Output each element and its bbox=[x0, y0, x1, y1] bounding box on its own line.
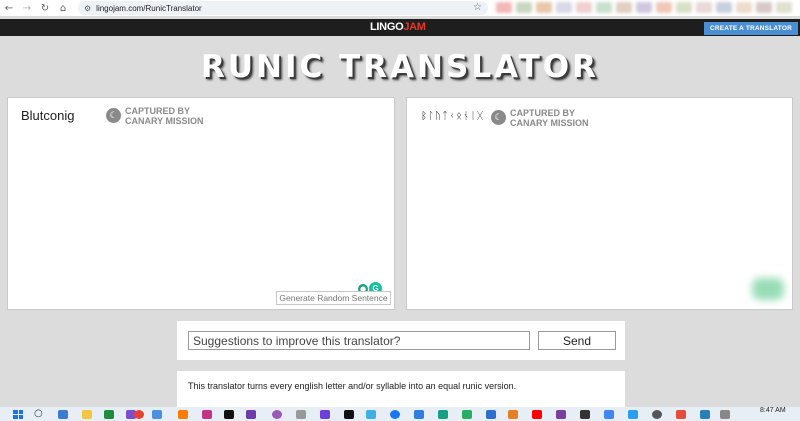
app-icon-18[interactable] bbox=[628, 410, 638, 419]
badge-line1: CAPTURED BY bbox=[125, 106, 191, 116]
page-title: RUNIC TRANSLATOR bbox=[200, 49, 600, 85]
input-panel[interactable]: Blutconig ☾ CAPTURED BY CANARY MISSION ●… bbox=[7, 97, 395, 310]
app-icon-20[interactable] bbox=[676, 410, 686, 419]
site-info-icon[interactable]: ⚙ bbox=[84, 4, 91, 13]
output-runic-text[interactable]: ᛒᛚᚢᛏᚲᛟᚾᛁᚷ bbox=[421, 111, 484, 122]
badge-line2: CANARY MISSION bbox=[125, 116, 204, 126]
app-icon-22[interactable] bbox=[720, 410, 730, 419]
lingojam-logo[interactable]: LINGOJAM bbox=[370, 21, 426, 34]
app-icon-16[interactable] bbox=[580, 410, 590, 419]
app-icon-15[interactable] bbox=[556, 410, 566, 419]
extensions-area bbox=[496, 2, 792, 14]
logo-lingo: LINGO bbox=[370, 21, 404, 33]
output-panel[interactable]: ᛒᛚᚢᛏᚲᛟᚾᛁᚷ ☾ CAPTURED BY CANARY MISSION bbox=[406, 97, 793, 310]
app-icon-9[interactable] bbox=[366, 410, 376, 419]
app-icon-6[interactable] bbox=[272, 410, 282, 419]
address-bar[interactable]: ⚙ lingojam.com/RunicTranslator ☆ bbox=[78, 1, 488, 15]
search-icon[interactable]: ○ bbox=[34, 408, 43, 419]
app-icon-19[interactable] bbox=[652, 410, 662, 419]
app-icon-8[interactable] bbox=[320, 410, 330, 419]
taskbar: ○ 8:47 AM bbox=[0, 407, 800, 421]
chrome-icon[interactable] bbox=[134, 410, 144, 419]
file-explorer-icon[interactable] bbox=[82, 410, 92, 419]
x-icon[interactable] bbox=[344, 410, 354, 419]
back-arrow-icon[interactable]: ← bbox=[0, 0, 18, 16]
send-button[interactable]: Send bbox=[538, 331, 616, 350]
app-icon-3[interactable] bbox=[178, 410, 188, 419]
app-icon-5[interactable] bbox=[246, 410, 256, 419]
facebook-icon[interactable] bbox=[390, 410, 400, 419]
app-icon-2[interactable] bbox=[152, 410, 162, 419]
app-icon-12[interactable] bbox=[462, 410, 472, 419]
sheets-icon[interactable] bbox=[104, 410, 114, 419]
instagram-icon[interactable] bbox=[202, 410, 212, 419]
app-icon-4[interactable] bbox=[224, 410, 234, 419]
site-header: LINGOJAM CREATE A TRANSLATOR bbox=[0, 19, 800, 36]
home-icon[interactable]: ⌂ bbox=[54, 0, 72, 16]
badge-line2: CANARY MISSION bbox=[510, 118, 589, 128]
canary-icon: ☾ bbox=[106, 108, 121, 123]
floating-widget[interactable] bbox=[752, 278, 784, 300]
app-icon-13[interactable] bbox=[486, 410, 496, 419]
app-icon-11[interactable] bbox=[438, 410, 448, 419]
app-icon-7[interactable] bbox=[296, 410, 306, 419]
url-text: lingojam.com/RunicTranslator bbox=[96, 3, 202, 13]
suggestions-input[interactable] bbox=[188, 331, 530, 350]
logo-jam: JAM bbox=[403, 21, 426, 33]
app-icon-21[interactable] bbox=[700, 410, 710, 419]
input-text[interactable]: Blutconig bbox=[21, 108, 74, 123]
create-translator-button[interactable]: CREATE A TRANSLATOR bbox=[704, 22, 798, 35]
windows-start-icon[interactable] bbox=[13, 410, 23, 419]
youtube-icon[interactable] bbox=[532, 410, 542, 419]
badge-line1: CAPTURED BY bbox=[510, 108, 576, 118]
badge-text: CAPTURED BY CANARY MISSION bbox=[125, 106, 204, 126]
canary-icon: ☾ bbox=[491, 110, 506, 125]
app-icon-17[interactable] bbox=[604, 410, 614, 419]
description-box: This translator turns every english lett… bbox=[177, 371, 625, 407]
taskbar-clock[interactable]: 8:47 AM bbox=[760, 407, 786, 415]
captured-badge[interactable]: ☾ CAPTURED BY CANARY MISSION bbox=[491, 108, 589, 128]
bookmark-star-icon[interactable]: ☆ bbox=[473, 2, 482, 13]
captured-badge[interactable]: ☾ CAPTURED BY CANARY MISSION bbox=[106, 106, 204, 126]
browser-toolbar: ← → ↻ ⌂ ⚙ lingojam.com/RunicTranslator ☆ bbox=[0, 0, 800, 16]
suggestions-box: Send bbox=[177, 321, 625, 360]
badge-text: CAPTURED BY CANARY MISSION bbox=[510, 108, 589, 128]
forward-arrow-icon[interactable]: → bbox=[18, 0, 36, 16]
app-icon-14[interactable] bbox=[508, 410, 518, 419]
description-text: This translator turns every english lett… bbox=[188, 381, 517, 391]
reload-icon[interactable]: ↻ bbox=[36, 0, 54, 16]
generate-random-sentence-button[interactable]: Generate Random Sentence bbox=[276, 291, 391, 305]
widgets-icon[interactable] bbox=[58, 410, 68, 419]
app-icon-10[interactable] bbox=[414, 410, 424, 419]
